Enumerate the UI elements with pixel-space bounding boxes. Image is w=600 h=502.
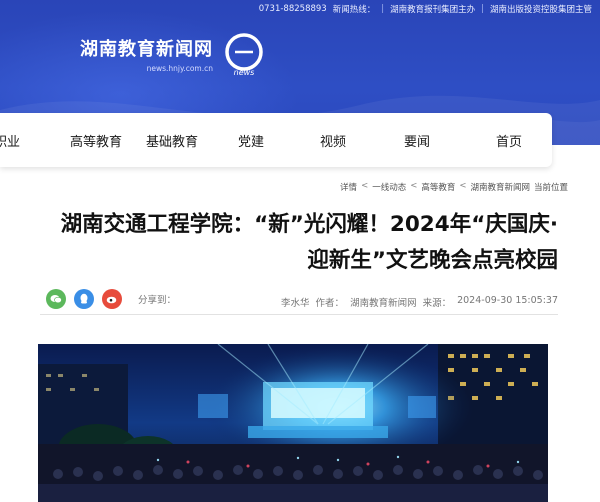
- share-label: 分享到：: [138, 295, 177, 306]
- nav-item-video[interactable]: 视频: [320, 131, 346, 150]
- breadcrumb-item-higher-edu[interactable]: 高等教育: [421, 181, 455, 193]
- top-info-bar: 0731-88258893 新闻热线： | 湖南教育报刊集团主办 | 湖南出版投…: [258, 4, 592, 15]
- svg-text:news: news: [234, 68, 255, 77]
- logo-mark-icon: news: [225, 33, 263, 77]
- weibo-icon[interactable]: [102, 289, 122, 309]
- author-name: 李水华: [281, 298, 310, 309]
- logo-domain: news.hnjy.com.cn: [146, 64, 213, 73]
- phone-label: 新闻热线：: [332, 5, 376, 15]
- main-nav: 首页 要闻 视频 党建 基础教育 高等教育 职业: [0, 113, 552, 167]
- nav-item-home[interactable]: 首页: [496, 131, 522, 150]
- source-label: 来源：: [422, 298, 452, 309]
- article-info: 李水华 作者： 湖南教育新闻网 来源： 2024-09-30 15:05:37: [281, 295, 558, 309]
- source-name: 湖南教育新闻网: [350, 298, 417, 309]
- concert-photo-image: [38, 344, 548, 502]
- author-label: 作者：: [315, 298, 345, 309]
- nav-item-news[interactable]: 要闻: [404, 131, 430, 150]
- nav-item-party[interactable]: 党建: [238, 131, 264, 150]
- phone-number: 0731-88258893: [258, 4, 327, 14]
- nav-item-vocational[interactable]: 职业: [0, 131, 20, 150]
- qq-icon[interactable]: [74, 289, 94, 309]
- logo-title: 湖南教育新闻网: [80, 39, 213, 60]
- breadcrumb-item-detail[interactable]: 详情: [340, 181, 357, 193]
- article-meta: 李水华 作者： 湖南教育新闻网 来源： 2024-09-30 15:05:37 …: [40, 287, 558, 315]
- sponsor-text: 湖南教育报刊集团主办: [390, 5, 476, 15]
- publish-date: 2024-09-30 15:05:37: [457, 295, 558, 306]
- breadcrumb-item-frontline[interactable]: 一线动态: [372, 181, 406, 193]
- site-logo[interactable]: 湖南教育新闻网 news.hnjy.com.cn news: [80, 28, 270, 80]
- share-bar: 分享到：: [46, 289, 176, 309]
- breadcrumb-label: 当前位置: [533, 183, 568, 193]
- nav-item-basic-edu[interactable]: 基础教育: [146, 131, 198, 150]
- nav-item-higher-edu[interactable]: 高等教育: [70, 131, 122, 150]
- breadcrumb: 详情 < 一线动态 < 高等教育 < 湖南教育新闻网 当前位置: [340, 181, 568, 193]
- article-photo: [38, 344, 548, 502]
- article-title: 湖南交通工程学院：“新”光闪耀！2024年“庆国庆·迎新生”文艺晚会点亮校园: [60, 212, 558, 273]
- supervisor-text: 湖南出版投资控股集团主管: [489, 5, 592, 15]
- breadcrumb-item-home[interactable]: 湖南教育新闻网: [470, 181, 530, 193]
- wechat-icon[interactable]: [46, 289, 66, 309]
